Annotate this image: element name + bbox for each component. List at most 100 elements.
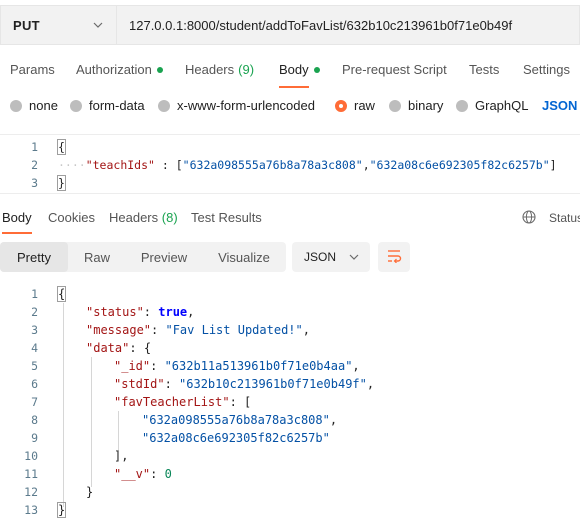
radio-urlencoded-circle: [158, 99, 170, 112]
url-text: 127.0.0.1:8000/student/addToFavList/632b…: [129, 17, 513, 33]
tab-authorization[interactable]: Authorization: [76, 62, 163, 77]
array-close: ]: [549, 158, 557, 172]
code-content: "__v": 0: [114, 467, 172, 481]
line-number: 8: [31, 413, 38, 427]
view-raw-button[interactable]: Raw: [68, 242, 126, 272]
colon: :: [129, 341, 144, 355]
method-select[interactable]: PUT: [0, 5, 116, 45]
radio-urlencoded[interactable]: x-www-form-urlencoded: [158, 98, 315, 113]
wrap-lines-icon: [386, 249, 402, 266]
radio-binary-label: binary: [408, 98, 444, 113]
view-visualize-button[interactable]: Visualize: [202, 242, 286, 272]
response-format-label: JSON: [304, 250, 337, 264]
response-body-viewer[interactable]: 1 { 2 "status": true, 3 "message": "Fav …: [0, 282, 580, 527]
line-number: 11: [24, 467, 38, 481]
line-number: 6: [31, 377, 38, 391]
radio-none[interactable]: none: [10, 98, 58, 113]
tab-body[interactable]: Body: [279, 62, 320, 77]
json-number: 0: [164, 467, 172, 481]
code-content: "632a08c6e692305f82c6257b": [142, 431, 330, 445]
radio-none-label: none: [29, 98, 58, 113]
close-brace: }: [86, 485, 94, 499]
body-indicator-dot: [313, 66, 320, 73]
response-view-toolbar: Pretty Raw Preview Visualize JSON: [0, 242, 580, 272]
code-content: "_id": "632b11a513961b0f71e0b4aa",: [114, 359, 360, 373]
json-key: "status": [86, 305, 144, 319]
comma: ,: [187, 305, 195, 319]
resp-tab-body[interactable]: Body: [2, 210, 32, 225]
json-string: "632a098555a76b8a78a3c808": [182, 158, 363, 172]
colon: :: [143, 305, 159, 319]
colon: :: [164, 377, 180, 391]
active-tab-underline: [2, 232, 32, 234]
chevron-down-icon: [92, 19, 104, 31]
headers-count: (9): [238, 62, 255, 77]
radio-graphql[interactable]: GraphQL: [456, 98, 528, 113]
response-tabs: Body Cookies Headers (8) Test Results St…: [0, 208, 580, 234]
tab-headers[interactable]: Headers (9): [185, 62, 254, 77]
code-content: "message": "Fav List Updated!",: [86, 323, 310, 337]
tab-headers-label: Headers: [185, 62, 235, 77]
radio-graphql-circle: [456, 99, 468, 112]
code-content: "stdId": "632b10c213961b0f71e0b49f",: [114, 377, 374, 391]
line-number: 2: [31, 305, 38, 319]
array-open: [: [244, 395, 252, 409]
line-number: 1: [31, 287, 38, 301]
json-key: "__v": [114, 467, 151, 481]
chevron-down-icon: [348, 251, 360, 263]
radio-binary[interactable]: binary: [389, 98, 443, 113]
open-brace: {: [56, 286, 67, 302]
colon: :: [150, 467, 165, 481]
url-input[interactable]: 127.0.0.1:8000/student/addToFavList/632b…: [116, 5, 580, 45]
array-close: ],: [114, 449, 129, 463]
body-language-dropdown[interactable]: JSON: [542, 98, 577, 113]
view-pretty-button[interactable]: Pretty: [0, 242, 68, 272]
view-preview-button[interactable]: Preview: [126, 242, 202, 272]
tab-body-label: Body: [279, 62, 309, 77]
close-brace: }: [57, 175, 66, 191]
radio-form-data[interactable]: form-data: [70, 98, 145, 113]
line-number: 5: [31, 359, 38, 373]
line-number: 13: [24, 503, 38, 517]
request-body-editor[interactable]: 1 { 2 ····"teachIds" : ["632a098555a76b8…: [0, 134, 580, 194]
globe-icon[interactable]: [522, 210, 536, 224]
radio-graphql-label: GraphQL: [475, 98, 529, 113]
tab-authorization-label: Authorization: [76, 62, 152, 77]
comma: ,: [366, 377, 375, 391]
indent-guide: [91, 357, 92, 487]
resp-tab-headers-label: Headers: [109, 210, 159, 225]
tab-tests[interactable]: Tests: [469, 62, 499, 77]
tab-params[interactable]: Params: [10, 62, 55, 77]
line-number: 10: [24, 449, 38, 463]
resp-tab-test-results[interactable]: Test Results: [191, 210, 262, 225]
json-string: "632b10c213961b0f71e0b49f": [179, 377, 367, 391]
indent-guide: [63, 303, 64, 507]
comma: ,: [329, 413, 338, 427]
code-content: "favTeacherList": [: [114, 395, 251, 409]
resp-tab-headers[interactable]: Headers (8): [109, 210, 178, 225]
comma: ,: [362, 158, 370, 172]
code-content: "632a098555a76b8a78a3c808",: [142, 413, 337, 427]
radio-form-data-label: form-data: [89, 98, 145, 113]
comma: ,: [352, 359, 360, 373]
line-number: 1: [31, 140, 38, 154]
resp-tab-cookies[interactable]: Cookies: [48, 210, 95, 225]
body-type-selector: none form-data x-www-form-urlencoded raw…: [0, 96, 580, 118]
colon: :: [151, 323, 166, 337]
wrap-lines-button[interactable]: [378, 242, 410, 272]
active-tab-underline: [279, 86, 309, 88]
line-number: 12: [24, 485, 38, 499]
code-content: "data": {: [86, 341, 151, 355]
colon: :: [229, 395, 245, 409]
open-brace: {: [143, 341, 152, 355]
radio-raw[interactable]: raw: [335, 98, 375, 113]
method-label: PUT: [13, 17, 40, 33]
radio-binary-circle: [389, 99, 401, 112]
radio-raw-circle: [335, 99, 347, 112]
array-open: [: [175, 158, 183, 172]
response-format-select[interactable]: JSON: [292, 242, 370, 272]
colon: :: [150, 359, 165, 373]
tab-settings[interactable]: Settings: [523, 62, 570, 77]
tab-params-label: Params: [10, 62, 55, 77]
tab-pre-request-script[interactable]: Pre-request Script: [342, 62, 447, 77]
